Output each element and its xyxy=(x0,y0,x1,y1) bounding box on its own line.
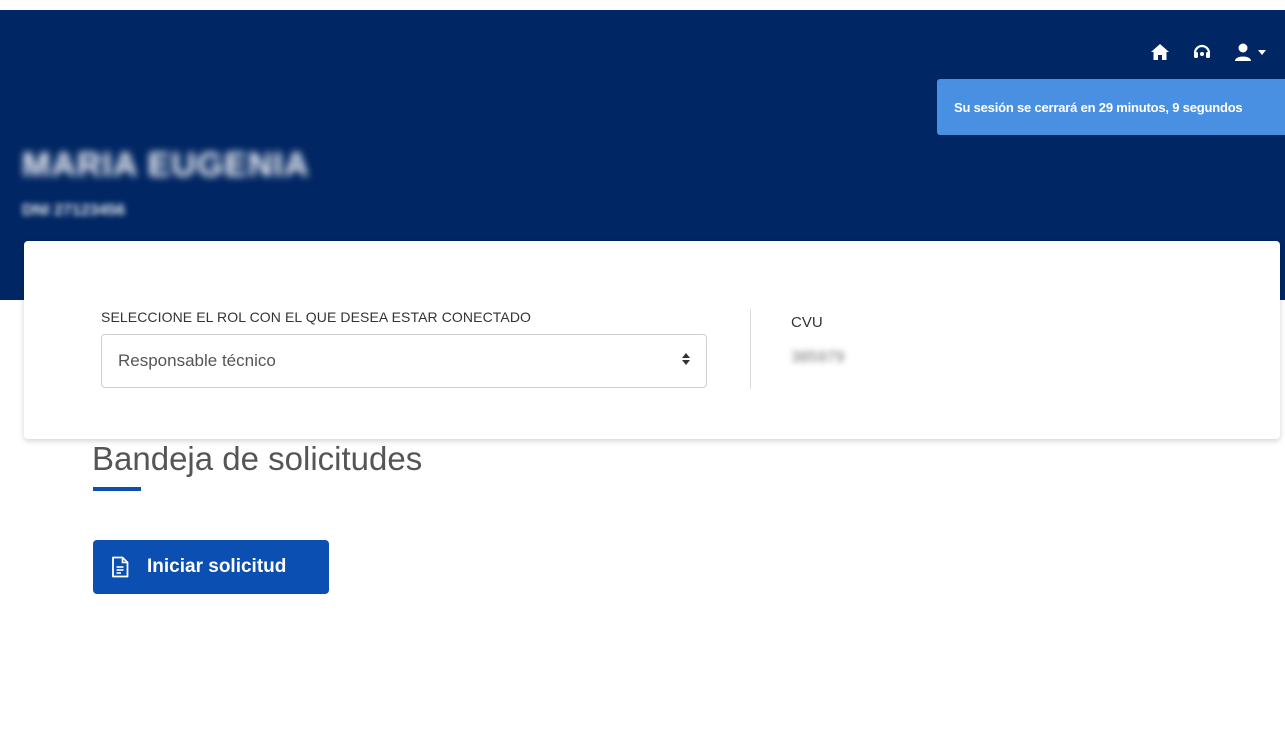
home-icon[interactable] xyxy=(1150,43,1170,61)
user-subtitle: DNI 27123456 xyxy=(22,202,126,219)
cvu-label: CVU xyxy=(791,314,823,331)
session-timeout-text: Su sesión se cerrará en 29 minutos, 9 se… xyxy=(954,99,1243,115)
header-toolbar xyxy=(1150,42,1267,62)
caret-down-icon xyxy=(1258,50,1266,55)
select-arrows-icon xyxy=(682,352,690,370)
cvu-value: 385979 xyxy=(791,349,845,366)
role-select-value: Responsable técnico xyxy=(118,351,276,370)
top-band xyxy=(0,0,1285,10)
page-title: Bandeja de solicitudes xyxy=(92,440,423,477)
start-request-button[interactable]: Iniciar solicitud xyxy=(93,540,329,594)
title-underline xyxy=(93,487,141,491)
user-name: MARIA EUGENIA xyxy=(22,146,310,184)
headset-icon[interactable] xyxy=(1192,42,1212,62)
role-selection-card: SELECCIONE EL ROL CON EL QUE DESEA ESTAR… xyxy=(24,241,1280,439)
role-select-label: SELECCIONE EL ROL CON EL QUE DESEA ESTAR… xyxy=(101,309,532,325)
user-icon xyxy=(1235,43,1251,61)
start-request-label: Iniciar solicitud xyxy=(147,556,287,577)
session-timeout-alert: Su sesión se cerrará en 29 minutos, 9 se… xyxy=(937,79,1285,135)
role-select[interactable]: Responsable técnico xyxy=(101,334,707,388)
card-divider xyxy=(750,309,751,389)
user-menu-button[interactable] xyxy=(1234,42,1267,62)
document-icon xyxy=(112,556,129,578)
